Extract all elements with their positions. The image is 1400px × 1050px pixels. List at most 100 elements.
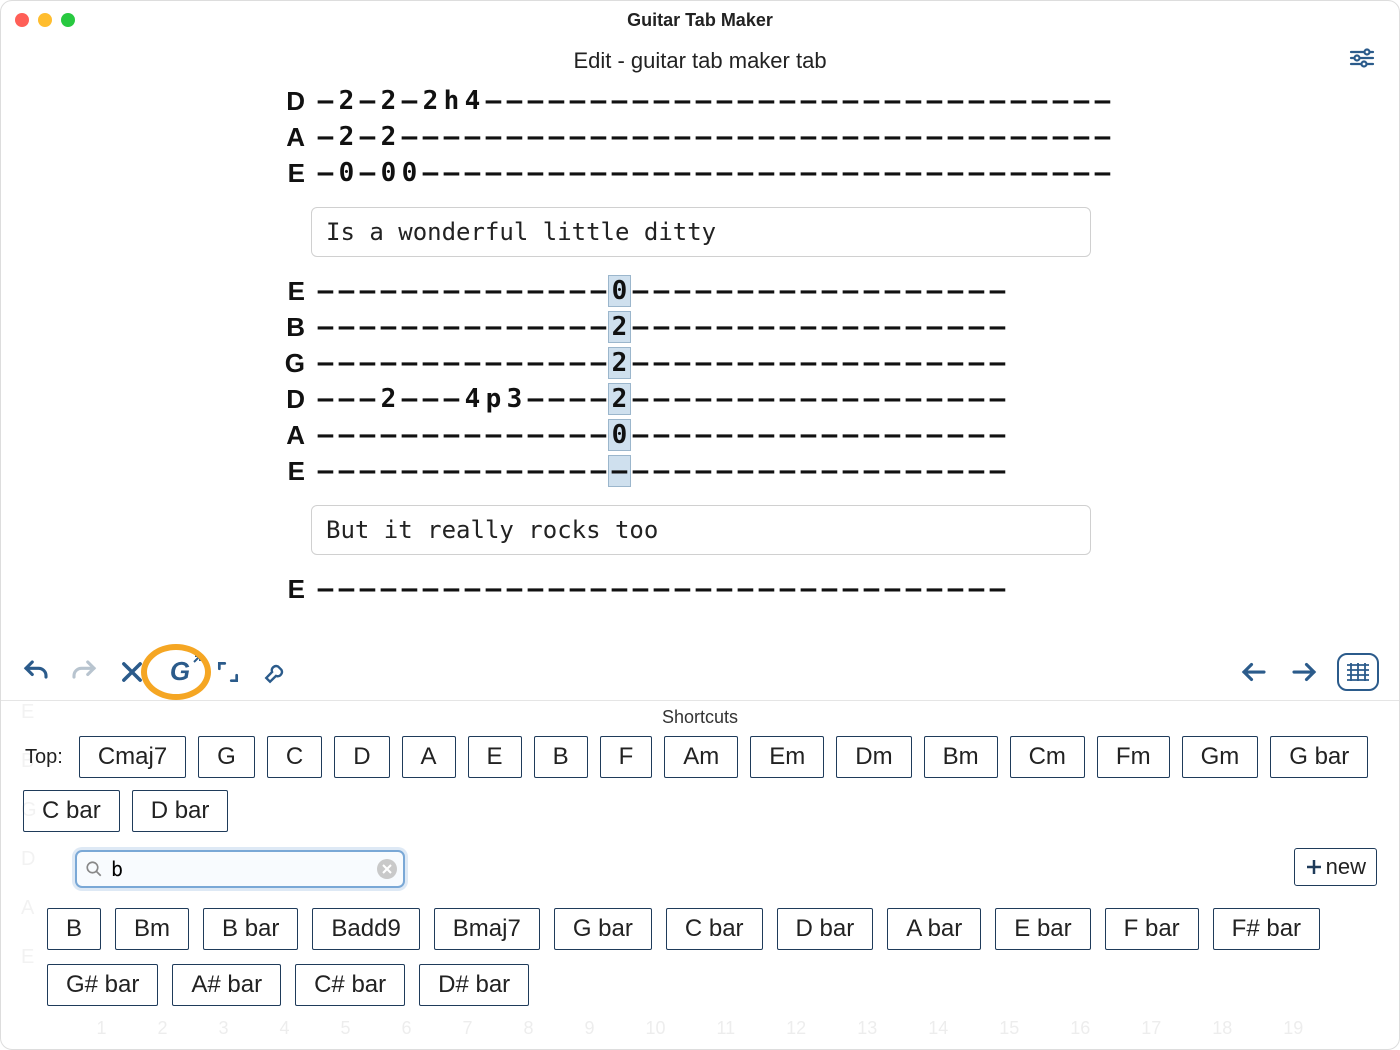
tab-cell[interactable] <box>588 158 609 188</box>
tab-cell[interactable] <box>378 456 399 486</box>
tab-cell[interactable] <box>609 122 630 152</box>
chord-chip[interactable]: Gm <box>1182 736 1259 778</box>
tab-cell[interactable] <box>567 122 588 152</box>
tab-cell[interactable] <box>546 122 567 152</box>
tab-cell[interactable] <box>777 276 798 306</box>
tab-cell[interactable] <box>735 574 756 604</box>
tab-cell[interactable] <box>966 384 987 414</box>
tab-cell[interactable] <box>630 86 651 116</box>
tab-cell[interactable] <box>357 456 378 486</box>
tab-cell[interactable] <box>462 348 483 378</box>
tab-cell[interactable] <box>483 158 504 188</box>
tab-cell[interactable] <box>1092 158 1113 188</box>
tab-editor[interactable]: D222h4A22E000 Is a wonderful little ditt… <box>1 83 1399 643</box>
tab-cell[interactable]: 0 <box>609 420 630 450</box>
chord-chip[interactable]: G bar <box>1270 736 1368 778</box>
tab-cell[interactable] <box>525 384 546 414</box>
tab-cell[interactable] <box>672 312 693 342</box>
tab-cell[interactable] <box>336 456 357 486</box>
tab-cell[interactable]: 2 <box>378 122 399 152</box>
tab-cell[interactable] <box>315 574 336 604</box>
tab-cell[interactable] <box>630 312 651 342</box>
tab-cell[interactable] <box>735 312 756 342</box>
tab-cell[interactable] <box>483 122 504 152</box>
tab-cell[interactable] <box>630 348 651 378</box>
tab-cell[interactable] <box>882 158 903 188</box>
tab-cell[interactable] <box>588 456 609 486</box>
tab-cell[interactable] <box>945 158 966 188</box>
tab-cell[interactable] <box>903 420 924 450</box>
tab-row[interactable]: D222h4 <box>281 83 1399 119</box>
tab-cell[interactable] <box>651 348 672 378</box>
chord-chip[interactable]: G# bar <box>47 964 158 1006</box>
tab-cell[interactable]: 0 <box>378 158 399 188</box>
tab-cell[interactable] <box>924 276 945 306</box>
tab-cell[interactable] <box>945 86 966 116</box>
grid-view-button[interactable] <box>1337 653 1379 691</box>
tab-cell[interactable] <box>588 348 609 378</box>
tab-cell[interactable]: 3 <box>504 384 525 414</box>
tab-cell[interactable] <box>819 312 840 342</box>
tools-button[interactable] <box>259 655 293 689</box>
tab-cell[interactable] <box>903 574 924 604</box>
tab-cell[interactable] <box>315 86 336 116</box>
tab-cell[interactable] <box>483 456 504 486</box>
tab-cell[interactable] <box>861 312 882 342</box>
tab-cell[interactable] <box>609 456 630 486</box>
tab-cell[interactable] <box>693 86 714 116</box>
tab-cell[interactable] <box>840 384 861 414</box>
tab-cell[interactable] <box>483 574 504 604</box>
tab-cell[interactable] <box>945 456 966 486</box>
tab-cell[interactable] <box>609 574 630 604</box>
tab-cell[interactable]: 4 <box>462 86 483 116</box>
tab-cell[interactable]: 2 <box>420 86 441 116</box>
tab-cell[interactable] <box>861 86 882 116</box>
tab-cell[interactable] <box>714 86 735 116</box>
chord-chip[interactable]: C bar <box>666 908 763 950</box>
tab-cell[interactable] <box>924 312 945 342</box>
tab-cell[interactable] <box>672 348 693 378</box>
chord-chip[interactable]: G <box>198 736 255 778</box>
tab-cell[interactable] <box>840 312 861 342</box>
tab-cell[interactable] <box>1071 86 1092 116</box>
tab-cell[interactable] <box>966 348 987 378</box>
tab-cell[interactable] <box>735 276 756 306</box>
tab-row[interactable]: E <box>281 453 1399 489</box>
tab-row[interactable]: G2 <box>281 345 1399 381</box>
tab-cell[interactable] <box>420 420 441 450</box>
tab-cell[interactable] <box>735 348 756 378</box>
tab-cell[interactable] <box>525 456 546 486</box>
tab-cell[interactable] <box>819 384 840 414</box>
tab-cell[interactable] <box>882 312 903 342</box>
tab-cell[interactable] <box>651 456 672 486</box>
tab-cell[interactable] <box>798 276 819 306</box>
tab-cell[interactable] <box>399 420 420 450</box>
tab-cell[interactable] <box>504 456 525 486</box>
tab-cell[interactable] <box>798 574 819 604</box>
tab-cell[interactable] <box>903 348 924 378</box>
tab-cell[interactable] <box>693 276 714 306</box>
tab-cell[interactable] <box>315 158 336 188</box>
tab-cell[interactable] <box>525 348 546 378</box>
chord-chip[interactable]: D bar <box>132 790 229 832</box>
tab-cell[interactable] <box>987 86 1008 116</box>
tab-cell[interactable] <box>378 276 399 306</box>
tab-cell[interactable] <box>903 158 924 188</box>
tab-cell[interactable] <box>567 312 588 342</box>
tab-row[interactable]: E <box>281 571 1399 607</box>
tab-cell[interactable] <box>756 86 777 116</box>
chord-chip[interactable]: F <box>600 736 653 778</box>
tab-cell[interactable]: 2 <box>609 312 630 342</box>
tab-cell[interactable] <box>672 276 693 306</box>
tab-cell[interactable] <box>588 276 609 306</box>
tab-cell[interactable]: p <box>483 384 504 414</box>
tab-cell[interactable] <box>756 122 777 152</box>
tab-cell[interactable] <box>945 122 966 152</box>
chord-chip[interactable]: E <box>468 736 522 778</box>
tab-cell[interactable] <box>945 312 966 342</box>
tab-cell[interactable] <box>336 574 357 604</box>
tab-cell[interactable] <box>399 574 420 604</box>
tab-cell[interactable] <box>987 574 1008 604</box>
tab-cell[interactable] <box>546 384 567 414</box>
tab-cell[interactable] <box>357 312 378 342</box>
